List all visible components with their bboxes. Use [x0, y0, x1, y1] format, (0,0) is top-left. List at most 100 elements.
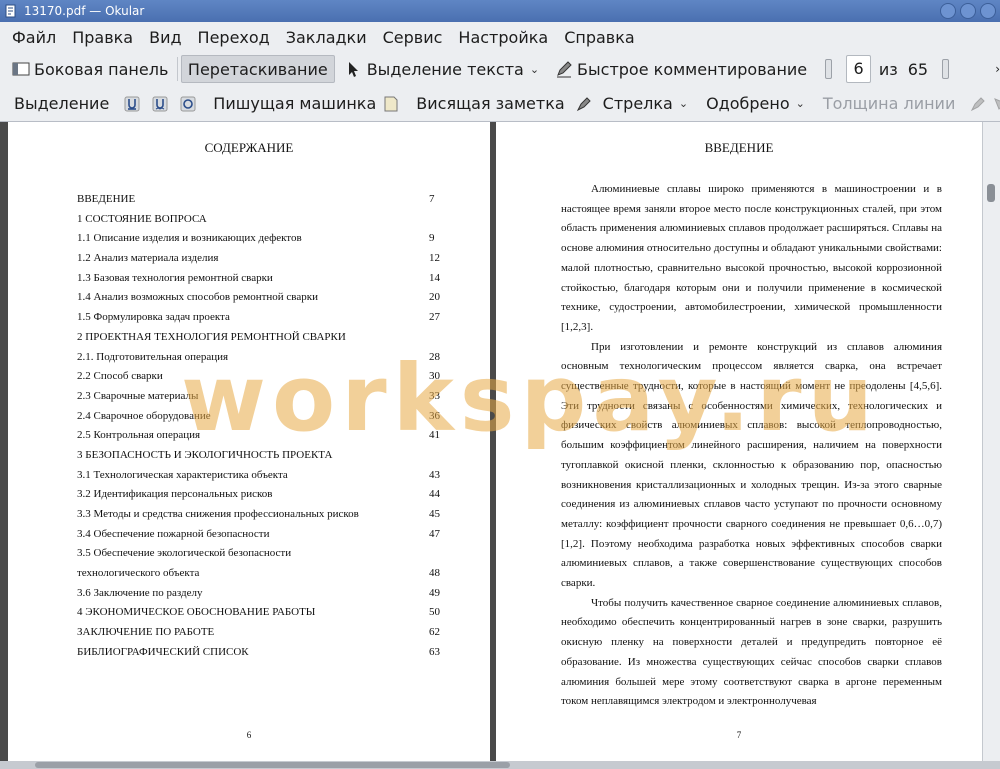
main-toolbar: Боковая панель Перетаскивание Выделение …	[0, 52, 1000, 86]
toc-entry-title: 1.2 Анализ материала изделия	[77, 252, 219, 265]
toc-entry-title: 1.3 Базовая технология ремонтной сварки	[77, 271, 273, 284]
toc-entry-title: 3 БЕЗОПАСНОСТЬ И ЭКОЛОГИЧНОСТЬ ПРОЕКТА	[77, 448, 333, 461]
document-view[interactable]: СОДЕРЖАНИЕ ВВЕДЕНИЕ 7 1 СОСТОЯНИЕ ВОПРОСА 1…	[0, 122, 1000, 761]
paragraph: Чтобы получить качественное сварное соед…	[561, 596, 942, 708]
menu-file[interactable]: Файл	[4, 28, 64, 47]
toc-entry: 3.2 Идентификация персональных рисков 44	[77, 485, 449, 505]
menu-bookmarks[interactable]: Закладки	[278, 28, 375, 47]
page-down-button[interactable]	[942, 59, 950, 79]
toc-entry-page: 49	[429, 586, 440, 599]
toc-entry-page: 14	[429, 271, 440, 284]
minimize-button[interactable]	[940, 3, 956, 19]
sidebar-label: Боковая панель	[34, 59, 169, 79]
page-number: 7	[736, 730, 742, 740]
toc-entry-page: 48	[429, 567, 440, 580]
introduction-heading: ВВЕДЕНИЕ	[704, 140, 774, 155]
toc-entry-title: ВВЕДЕНИЕ	[77, 193, 136, 205]
toolbar-separator	[177, 57, 178, 81]
maximize-button[interactable]	[960, 3, 976, 19]
line-width-button[interactable]: Толщина линии	[817, 90, 962, 118]
sidebar-icon	[12, 60, 30, 78]
toc-entry-title: 2.3 Сварочные материалы	[77, 389, 199, 402]
toc-entry-page: 9	[429, 232, 435, 245]
vertical-scrollbar[interactable]	[982, 122, 1000, 761]
page-total: 65	[907, 59, 929, 79]
scrollbar-thumb[interactable]	[987, 184, 995, 202]
shape-icon[interactable]	[991, 95, 1000, 113]
chevron-down-icon[interactable]: ⌄	[530, 63, 539, 76]
toc-entry: 1.5 Формулировка задач проекта 27	[77, 308, 449, 328]
sticky-note-button[interactable]: Висящая заметка	[410, 90, 570, 118]
toc-entry-title: 1.1 Описание изделия и возникающих дефек…	[77, 232, 302, 245]
text-select-button[interactable]: Выделение текста ⌄	[339, 55, 545, 83]
sidebar-button[interactable]: Боковая панель	[6, 55, 174, 83]
toc-entry-title: БИБЛИОГРАФИЧЕСКИЙ СПИСОК	[77, 645, 249, 658]
scrollbar-thumb[interactable]	[35, 762, 510, 768]
page-number: 6	[246, 730, 252, 740]
toc-entry: 1 СОСТОЯНИЕ ВОПРОСА	[77, 210, 449, 230]
introduction-text: Алюминиевые сплавы широко применяются в …	[561, 180, 942, 712]
menu-edit[interactable]: Правка	[64, 28, 141, 47]
menu-tools[interactable]: Сервис	[375, 28, 451, 47]
toc-entry-title: 4 ЭКОНОМИЧЕСКОЕ ОБОСНОВАНИЕ РАБОТЫ	[77, 606, 316, 619]
page-number-input[interactable]: 6	[846, 55, 871, 83]
toc-entry: 2.4 Сварочное оборудование 36	[77, 407, 449, 427]
page-up-button[interactable]	[825, 59, 833, 79]
text-select-label: Выделение текста	[366, 59, 524, 79]
menu-view[interactable]: Вид	[141, 28, 189, 47]
chevron-down-icon[interactable]: ⌄	[679, 97, 688, 110]
browse-label: Перетаскивание	[187, 59, 328, 79]
annotation-toolbar: Выделение Пишущая машинка Висящая заметк…	[0, 86, 1000, 122]
highlight-button[interactable]: Выделение	[8, 90, 115, 118]
pdf-page-left: СОДЕРЖАНИЕ ВВЕДЕНИЕ 7 1 СОСТОЯНИЕ ВОПРОСА 1…	[8, 122, 490, 761]
toc-entry: технологического объекта 48	[77, 564, 449, 584]
toc-entry-title: 2.4 Сварочное оборудование	[77, 409, 211, 422]
close-button[interactable]	[980, 3, 996, 19]
toc-entry: 1.1 Описание изделия и возникающих дефек…	[77, 229, 449, 249]
toc-entry-title: 2.2 Способ сварки	[77, 370, 163, 383]
toc-entry-page: 43	[429, 468, 440, 481]
toc-entry-page: 45	[429, 508, 440, 520]
toc-entry-title: 1 СОСТОЯНИЕ ВОПРОСА	[77, 212, 207, 225]
toc-entry-page: 36	[429, 409, 440, 422]
toc-entry: 2.1. Подготовительная операция 28	[77, 348, 449, 368]
toc-entry-title: 2.1. Подготовительная операция	[77, 350, 229, 363]
title-bar: 13170.pdf — Okular	[0, 0, 1000, 22]
squiggle-icon[interactable]	[179, 95, 197, 113]
toc-entry: 3.6 Заключение по разделу 49	[77, 584, 449, 604]
toc-entry-page: 41	[429, 429, 440, 442]
stamp-icon[interactable]	[575, 95, 593, 113]
line-width-icon[interactable]	[969, 95, 987, 113]
underline-icon[interactable]	[123, 95, 141, 113]
sticky-note-label: Висящая заметка	[416, 94, 565, 113]
toolbar-overflow-icon[interactable]: ›	[995, 62, 1000, 76]
arrow-tool-button[interactable]: Стрелка ⌄	[597, 90, 694, 118]
toc-entry: ЗАКЛЮЧЕНИЕ ПО РАБОТЕ 62	[77, 623, 449, 643]
toc-entry-title: 3.3 Методы и средства снижения профессио…	[77, 508, 359, 520]
toc-entry: БИБЛИОГРАФИЧЕСКИЙ СПИСОК 63	[77, 643, 449, 663]
quick-annotation-button[interactable]: Быстрое комментирование	[549, 55, 813, 83]
toc-entry-title: 3.2 Идентификация персональных рисков	[77, 488, 273, 501]
toc-entry: 3.5 Обеспечение экологической безопаснос…	[77, 544, 449, 564]
toc-entry-title: 3.5 Обеспечение экологической безопаснос…	[77, 547, 292, 560]
toc-entry-title: 3.6 Заключение по разделу	[77, 586, 203, 599]
menu-settings[interactable]: Настройка	[450, 28, 556, 47]
menu-go[interactable]: Переход	[190, 28, 278, 47]
stamp-button[interactable]: Одобрено ⌄	[700, 90, 811, 118]
browse-tool-button[interactable]: Перетаскивание	[180, 55, 335, 83]
horizontal-scrollbar[interactable]	[0, 761, 1000, 769]
menu-help[interactable]: Справка	[556, 28, 643, 47]
toc-entry-page: 33	[429, 389, 440, 402]
underline-alt-icon[interactable]	[151, 95, 169, 113]
note-icon[interactable]	[382, 95, 400, 113]
typewriter-button[interactable]: Пишущая машинка	[207, 90, 382, 118]
toc-entry-page: 7	[429, 193, 435, 205]
arrow-label: Стрелка	[602, 94, 673, 113]
toc-entry: 2.3 Сварочные материалы 33	[77, 387, 449, 407]
toc-entry-page: 28	[429, 350, 440, 363]
toc-entry: 3.1 Технологическая характеристика объек…	[77, 466, 449, 486]
highlight-label: Выделение	[14, 94, 110, 113]
page-of-label: из	[878, 59, 898, 79]
chevron-down-icon[interactable]: ⌄	[796, 97, 805, 110]
toc-entry: 4 ЭКОНОМИЧЕСКОЕ ОБОСНОВАНИЕ РАБОТЫ 50	[77, 603, 449, 623]
